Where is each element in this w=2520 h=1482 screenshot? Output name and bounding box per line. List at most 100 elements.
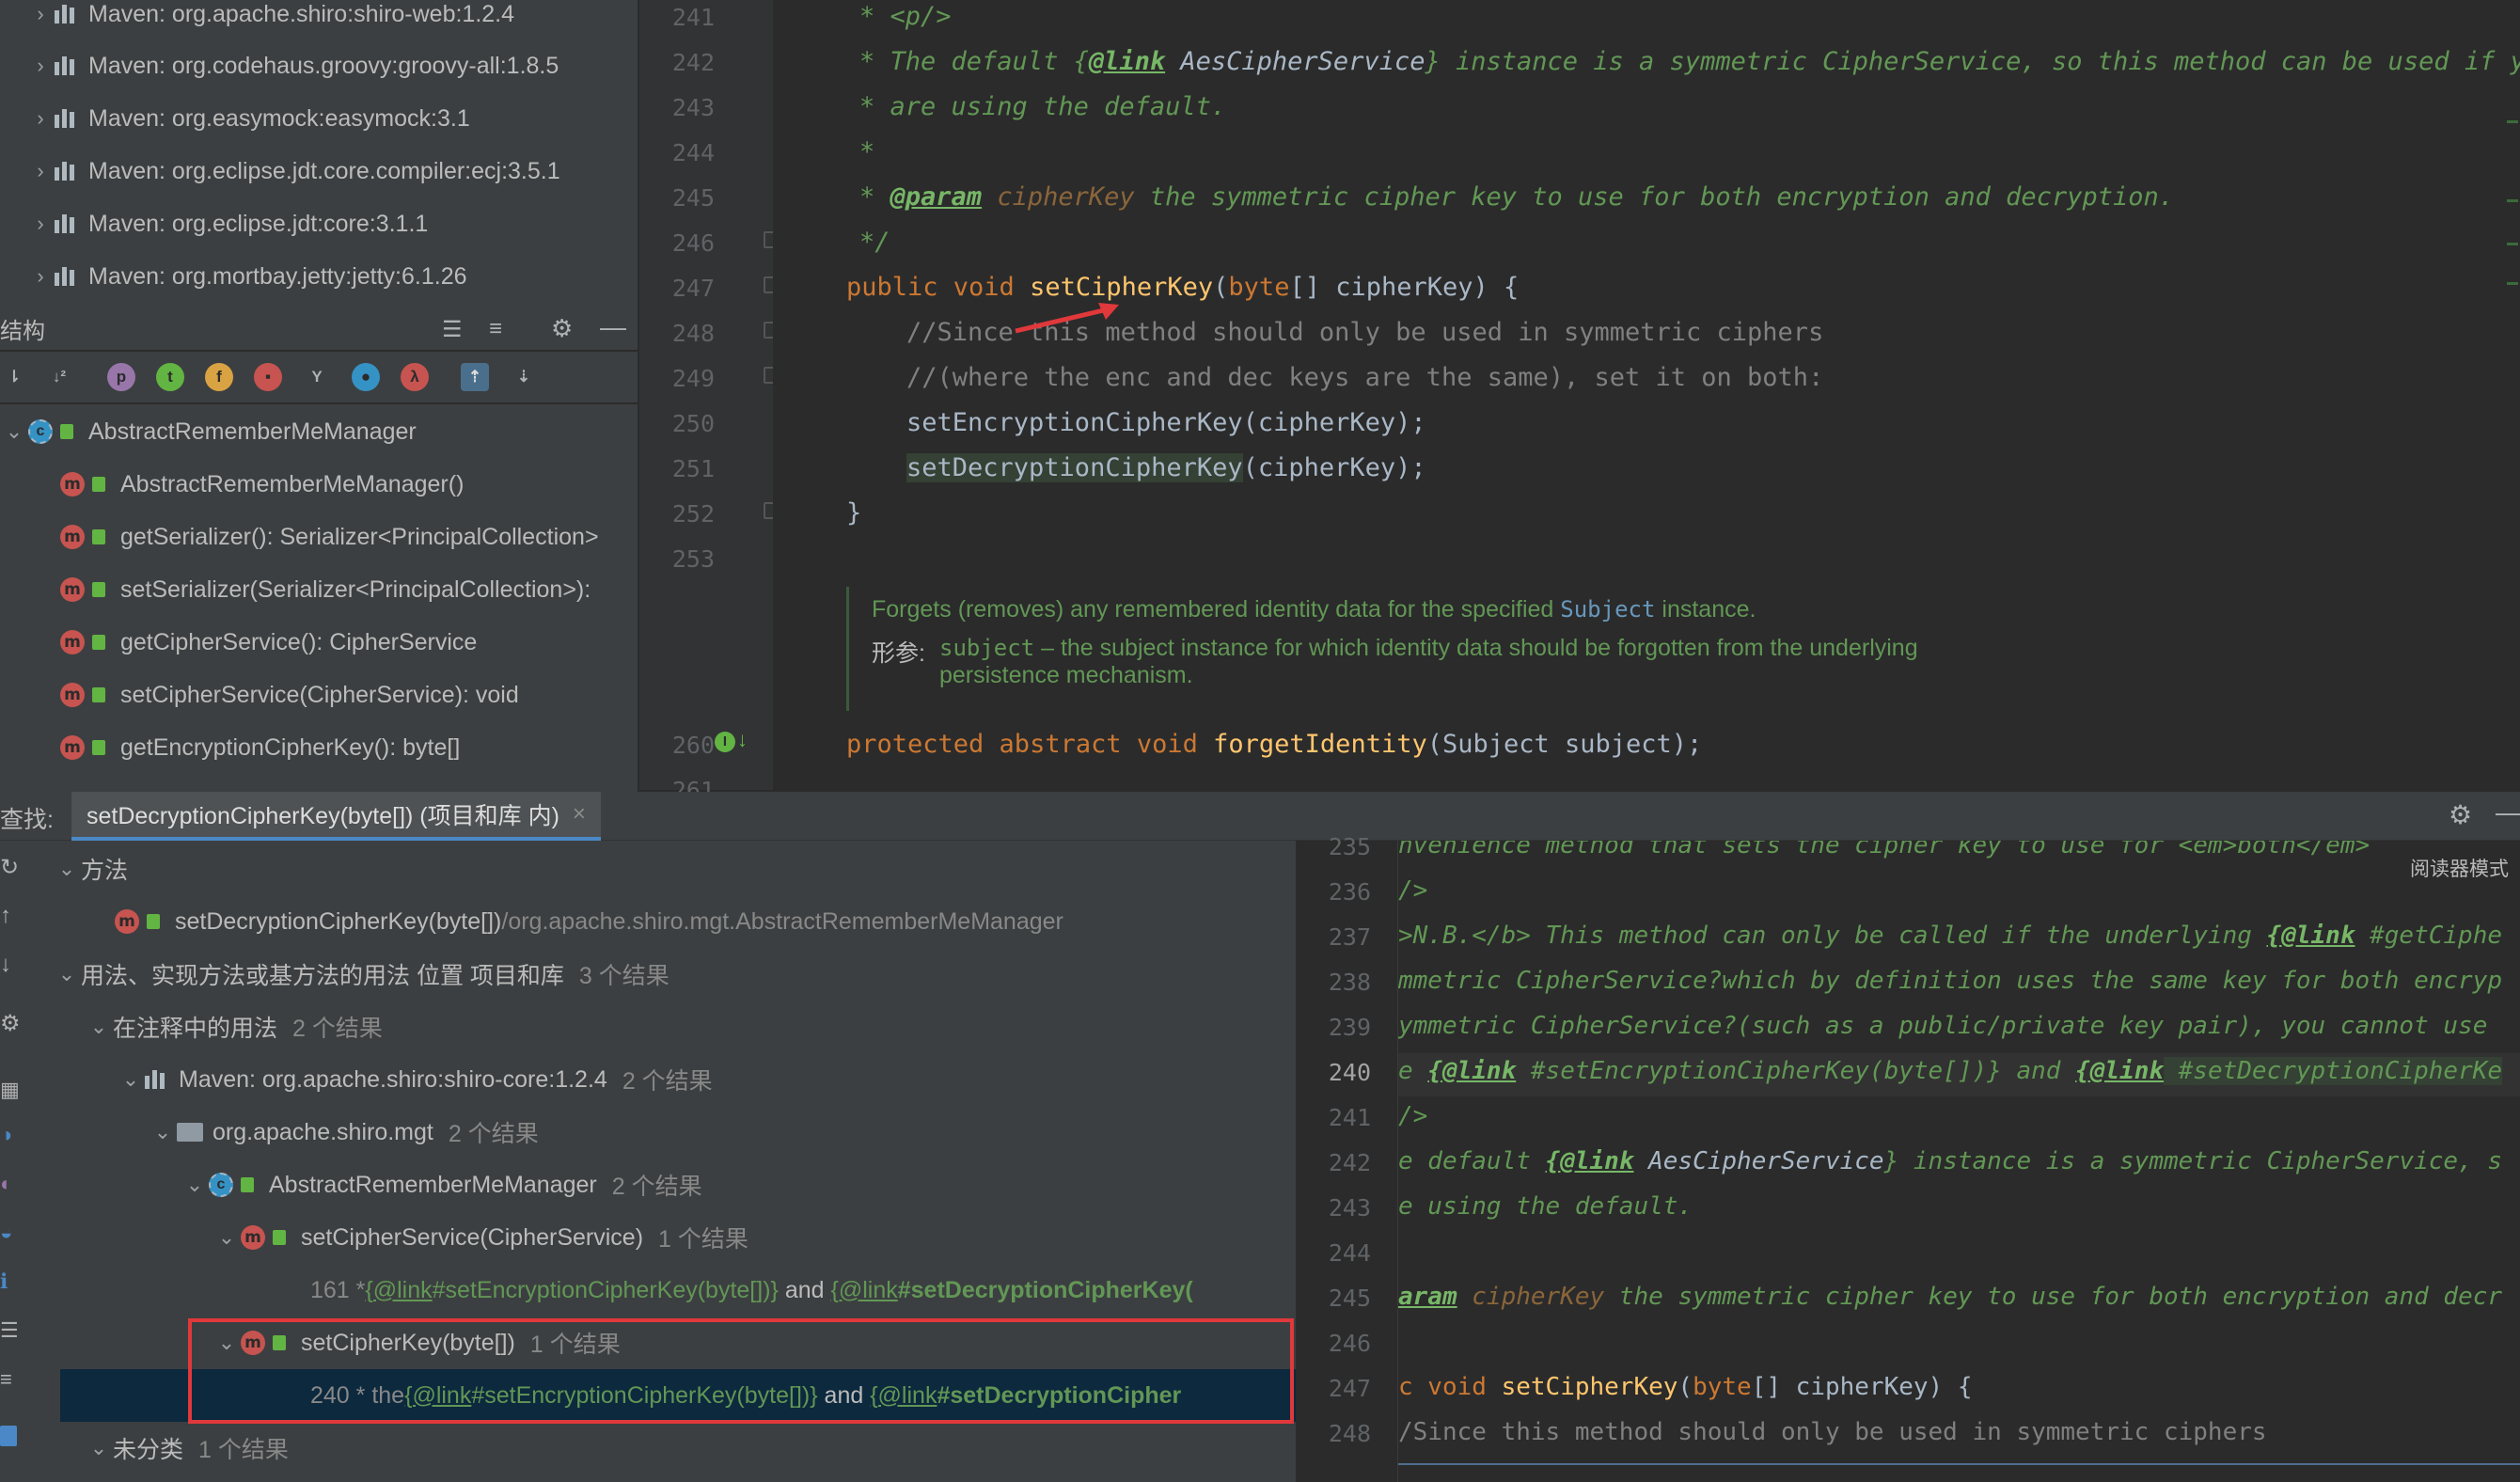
lock-filter-icon[interactable]: ▪ [254, 363, 282, 391]
method-name[interactable]: setCipherKey [1502, 1373, 1678, 1401]
chevron-down-icon[interactable]: ⌄ [0, 419, 28, 444]
line-number: 237 [1328, 923, 1371, 951]
chevron-right-icon[interactable]: › [26, 159, 55, 183]
expand-icon[interactable]: ⇡ [461, 363, 489, 391]
find-panel-header: 查找: setDecryptionCipherKey(byte[]) (项目和库… [0, 792, 2520, 841]
usage-link: {@link [365, 1276, 433, 1303]
arrow-down-icon[interactable]: ↓ [737, 728, 748, 752]
preview-editor[interactable]: nvenience method that sets the cipher ke… [1397, 841, 2520, 1482]
expand-all-icon[interactable]: ☰ [0, 1318, 19, 1343]
method-icon: m [115, 909, 139, 934]
results-group[interactable]: ⌄ 未分类 1 个结果 [85, 1422, 289, 1474]
filter-icon[interactable]: ◐ [0, 1172, 12, 1196]
t-filter-icon[interactable]: t [156, 363, 184, 391]
chevron-down-icon[interactable]: ⌄ [53, 857, 81, 881]
chevron-right-icon[interactable]: › [26, 264, 55, 289]
circle-icon[interactable]: ● [352, 363, 380, 391]
group-icon[interactable]: ▦ [0, 1078, 20, 1102]
collapse-icon[interactable]: ⇣ [510, 363, 538, 391]
tree-item[interactable]: › Maven: org.apache.shiro:shiro-web:1.2.… [0, 0, 514, 40]
preview-icon[interactable] [0, 1426, 17, 1446]
line-number: 251 [671, 455, 715, 482]
results-group[interactable]: ⌄ org.apache.shiro.mgt 2 个结果 [149, 1106, 539, 1159]
structure-root[interactable]: ⌄ c AbstractRememberMeManager [0, 405, 417, 458]
code-comment: the symmetric cipher key to use for both… [1604, 1283, 2503, 1311]
line-number: 235 [1328, 833, 1371, 860]
chevron-down-icon[interactable]: ⌄ [53, 962, 81, 986]
gear-icon[interactable]: ⚙ [551, 314, 573, 343]
tree-item[interactable]: › Maven: org.easymock:easymock:3.1 [0, 92, 469, 145]
chevron-down-icon[interactable]: ⌄ [181, 1173, 209, 1197]
javadoc-link[interactable]: Subject [1560, 596, 1655, 623]
structure-member[interactable]: m setSerializer(Serializer<PrincipalColl… [60, 563, 591, 616]
results-group[interactable]: ⌄ m setCipherService(CipherService) 1 个结… [213, 1211, 748, 1264]
results-group[interactable]: ⌄ 方法 [53, 843, 128, 895]
chevron-right-icon[interactable]: › [26, 2, 55, 26]
minimize-icon[interactable]: — [600, 312, 626, 342]
chevron-right-icon[interactable]: › [26, 106, 55, 131]
implemented-icon[interactable]: I [715, 732, 735, 752]
collapse-all-icon[interactable]: ≡ [0, 1367, 12, 1392]
rerun-icon[interactable]: ↻ [0, 854, 19, 881]
filter-icon[interactable]: ◒ [0, 1221, 12, 1245]
sort-alpha-icon[interactable]: ↓² [45, 363, 73, 391]
f-filter-icon[interactable]: f [205, 363, 233, 391]
scrollbar-thumb[interactable] [1398, 1463, 2520, 1465]
result-item[interactable]: m setDecryptionCipherKey(byte[]) /org.ap… [115, 895, 1063, 948]
inherited-icon[interactable]: Y [303, 363, 331, 391]
expand-all-icon[interactable]: ☰ [442, 316, 463, 343]
chevron-down-icon[interactable]: ⌄ [85, 1436, 113, 1460]
results-group[interactable]: ⌄ 在注释中的用法 2 个结果 [85, 1001, 383, 1053]
arrow-down-icon[interactable]: ↓ [0, 952, 11, 978]
library-icon [55, 56, 79, 75]
tree-item[interactable]: › Maven: org.mortbay.jetty:jetty:6.1.26 [0, 250, 466, 303]
error-stripe-mark[interactable] [2507, 282, 2518, 285]
method-icon: m [60, 630, 85, 654]
usage-line[interactable]: 161 * {@link #setEncryptionCipherKey(byt… [310, 1264, 1193, 1316]
minimize-icon[interactable]: — [2496, 797, 2520, 828]
error-stripe-mark[interactable] [2507, 199, 2518, 202]
chevron-down-icon[interactable]: ⌄ [213, 1225, 241, 1250]
reader-mode-label[interactable]: 阅读器模式 [2410, 854, 2509, 882]
tree-item[interactable]: › Maven: org.eclipse.jdt:core:3.1.1 [0, 197, 428, 250]
close-icon[interactable]: × [573, 801, 586, 828]
chevron-down-icon[interactable]: ⌄ [85, 1015, 113, 1039]
param-text: – the subject instance for which identit… [1034, 635, 1918, 661]
structure-member[interactable]: m getSerializer(): Serializer<PrincipalC… [60, 511, 599, 563]
structure-member[interactable]: m getEncryptionCipherKey(): byte[] [60, 721, 460, 774]
method-name[interactable]: forgetIdentity [1213, 730, 1427, 759]
code-editor[interactable]: * <p/> * The default {@link AesCipherSer… [773, 0, 2520, 790]
info-icon[interactable]: ℹ [0, 1269, 8, 1294]
collapse-all-icon[interactable]: ≡ [489, 316, 502, 342]
chevron-down-icon[interactable]: ⌄ [149, 1120, 177, 1144]
results-group[interactable]: ⌄ 用法、实现方法或基方法的用法 位置 项目和库 3 个结果 [53, 948, 669, 1001]
lambda-icon[interactable]: λ [401, 363, 429, 391]
structure-member[interactable]: m AbstractRememberMeManager() [60, 458, 464, 511]
error-stripe-mark[interactable] [2507, 120, 2518, 123]
tree-item[interactable]: › Maven: org.codehaus.groovy:groovy-all:… [0, 39, 559, 92]
arrow-up-icon[interactable]: ↑ [0, 903, 11, 929]
p-filter-icon[interactable]: p [107, 363, 135, 391]
find-tab[interactable]: setDecryptionCipherKey(byte[]) (项目和库 内) … [71, 792, 601, 841]
code-text: setEncryptionCipherKey(cipherKey); [906, 408, 1426, 437]
chevron-right-icon[interactable]: › [26, 54, 55, 78]
method-icon: m [60, 683, 85, 707]
error-stripe-mark[interactable] [2507, 243, 2518, 245]
structure-toolbar: ⇂ ↓² p t f ▪ Y ● λ ⇡ ⇣ [0, 352, 638, 402]
gear-icon[interactable]: ⚙ [0, 1010, 21, 1037]
chevron-right-icon[interactable]: › [26, 212, 55, 236]
sort-visibility-icon[interactable]: ⇂ [0, 363, 28, 391]
results-group[interactable]: ⌄ Maven: org.apache.shiro:shiro-core:1.2… [117, 1053, 713, 1106]
line-number: 247 [671, 275, 715, 302]
horizontal-scrollbar[interactable] [1398, 1465, 2520, 1482]
filter-icon[interactable]: ◑ [0, 1123, 12, 1147]
javadoc-tag: {@link [1427, 1057, 1517, 1085]
line-number: 249 [671, 365, 715, 392]
chevron-down-icon[interactable]: ⌄ [117, 1067, 145, 1092]
results-group[interactable]: ⌄ c AbstractRememberMeManager 2 个结果 [181, 1159, 702, 1211]
gear-icon[interactable]: ⚙ [2449, 799, 2472, 830]
structure-member[interactable]: m setCipherService(CipherService): void [60, 669, 519, 721]
method-call-highlighted[interactable]: setDecryptionCipherKey [906, 453, 1243, 482]
structure-member[interactable]: m getCipherService(): CipherService [60, 616, 477, 669]
tree-item[interactable]: › Maven: org.eclipse.jdt.core.compiler:e… [0, 145, 559, 197]
